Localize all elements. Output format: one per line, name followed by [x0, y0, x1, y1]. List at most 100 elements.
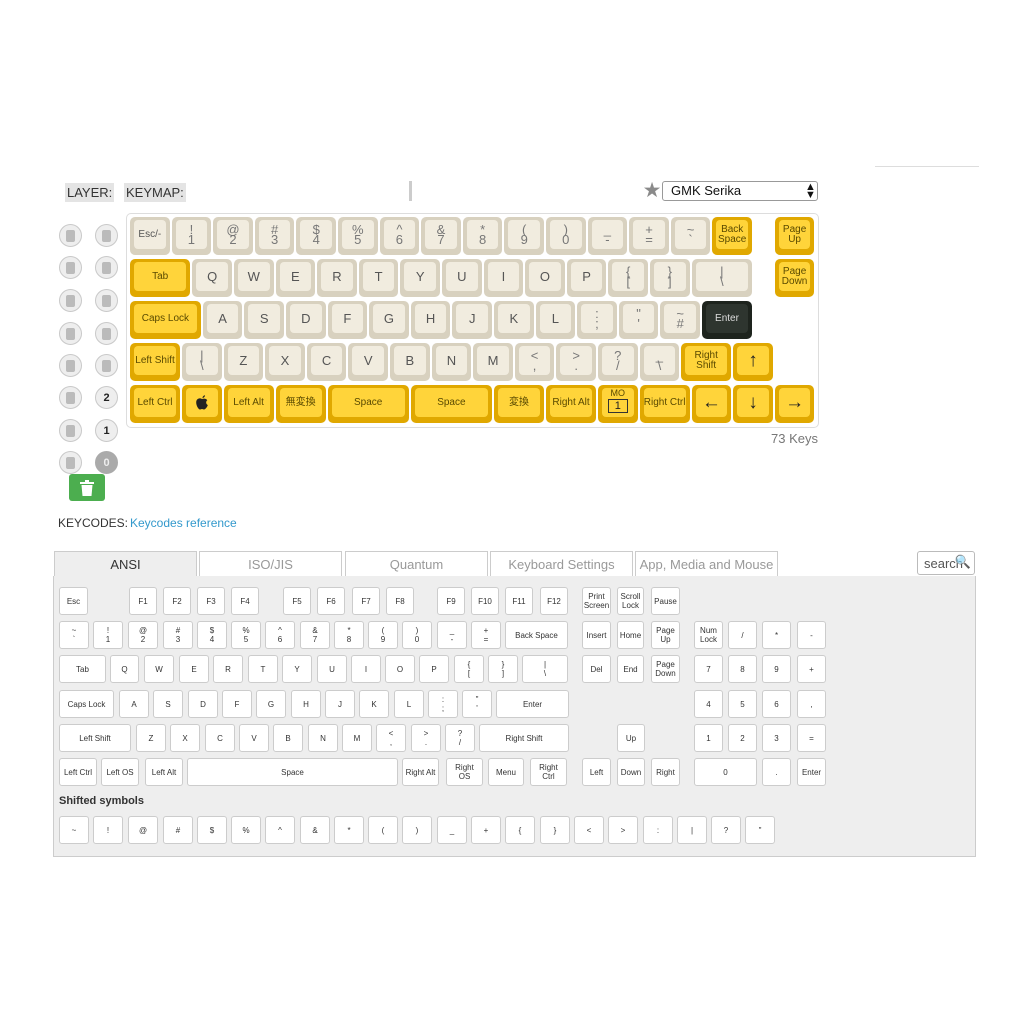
- key-right-shift[interactable]: Right Shift: [681, 343, 732, 381]
- key-slash[interactable]: ? /: [598, 343, 638, 381]
- key-space-right[interactable]: Space: [410, 385, 492, 423]
- keycode-right-ctrl[interactable]: Right Ctrl: [530, 758, 567, 786]
- keycode-e[interactable]: E: [179, 655, 209, 683]
- keycode-enter[interactable]: Enter: [797, 758, 826, 786]
- key-q[interactable]: Q: [192, 259, 232, 297]
- keycode-f9[interactable]: F9: [437, 587, 465, 615]
- key-left-ctrl[interactable]: Left Ctrl: [130, 385, 180, 423]
- keycode-y[interactable]: Y: [282, 655, 312, 683]
- key-right-arrow[interactable]: →: [774, 385, 815, 423]
- keycode-f3[interactable]: F3: [197, 587, 225, 615]
- key-lbracket[interactable]: {[: [608, 259, 648, 297]
- keycode-f1[interactable]: F1: [129, 587, 157, 615]
- tab-app-media-and-mouse[interactable]: App, Media and Mouse: [635, 551, 778, 576]
- keycode-q[interactable]: Q: [110, 655, 139, 683]
- keycode-b[interactable]: B: [273, 724, 303, 752]
- key-z[interactable]: Z: [223, 343, 264, 381]
- tab-keyboard-settings[interactable]: Keyboard Settings: [490, 551, 633, 576]
- layer-toggle-left-4[interactable]: [59, 322, 82, 345]
- shifted-keycode[interactable]: *: [334, 816, 364, 844]
- key-v[interactable]: V: [348, 343, 388, 381]
- keycode-9[interactable]: 9: [762, 655, 791, 683]
- keycode-down[interactable]: Down: [617, 758, 645, 786]
- keycode-del[interactable]: Del: [582, 655, 611, 683]
- key-b[interactable]: B: [390, 343, 430, 381]
- keycode-0[interactable]: ) 0: [402, 621, 432, 649]
- keycode-6[interactable]: ^ 6: [265, 621, 295, 649]
- keycode-j[interactable]: J: [325, 690, 355, 718]
- keycode-symbol[interactable]: .: [762, 758, 791, 786]
- layer-toggle-right-1[interactable]: [95, 224, 118, 247]
- shifted-keycode[interactable]: :: [643, 816, 673, 844]
- layer-toggle-left-5[interactable]: [59, 354, 82, 377]
- keycode-symbol[interactable]: -: [797, 621, 826, 649]
- key-ro[interactable]: _ \: [639, 343, 680, 381]
- keycode-left-alt[interactable]: Left Alt: [145, 758, 183, 786]
- shifted-keycode[interactable]: ": [745, 816, 775, 844]
- key-e[interactable]: E: [275, 259, 316, 297]
- keycode-back-space[interactable]: Back Space: [505, 621, 568, 649]
- keycode-9[interactable]: (9: [368, 621, 398, 649]
- keycode-left-ctrl[interactable]: Left Ctrl: [59, 758, 97, 786]
- keycode-f6[interactable]: F6: [317, 587, 345, 615]
- keycode-symbol[interactable]: {[: [454, 655, 484, 683]
- keycode-g[interactable]: G: [256, 690, 286, 718]
- keycode-d[interactable]: D: [188, 690, 218, 718]
- layer-toggle-right-4[interactable]: [95, 322, 118, 345]
- keycode-z[interactable]: Z: [136, 724, 166, 752]
- key-backspace[interactable]: Back Space: [712, 217, 752, 255]
- key-left-os[interactable]: [182, 385, 222, 423]
- shifted-keycode[interactable]: >: [608, 816, 638, 844]
- shifted-keycode[interactable]: (: [368, 816, 398, 844]
- key-henkan[interactable]: 変換: [494, 385, 544, 423]
- keycode-v[interactable]: V: [239, 724, 269, 752]
- keycode-f7[interactable]: F7: [352, 587, 380, 615]
- keycode-h[interactable]: H: [291, 690, 321, 718]
- keycode-left-os[interactable]: Left OS: [101, 758, 139, 786]
- layer-button-2[interactable]: 2: [95, 386, 118, 409]
- key-semicolon[interactable]: :;: [577, 301, 617, 339]
- key-down-arrow[interactable]: ↓: [733, 385, 773, 423]
- keycode-caps-lock[interactable]: Caps Lock: [59, 690, 114, 718]
- layer-toggle-left-2[interactable]: [59, 256, 82, 279]
- keycode-symbol[interactable]: }]: [488, 655, 518, 683]
- keycode-enter[interactable]: Enter: [496, 690, 569, 718]
- key-s[interactable]: S: [244, 301, 284, 339]
- key-m[interactable]: M: [473, 343, 513, 381]
- key-page-up[interactable]: Page Up: [774, 217, 815, 255]
- key-f[interactable]: F: [327, 301, 368, 339]
- shifted-keycode[interactable]: ?: [711, 816, 741, 844]
- key-right-ctrl[interactable]: Right Ctrl: [639, 385, 690, 423]
- keycode-x[interactable]: X: [170, 724, 200, 752]
- keycode-5[interactable]: % 5: [231, 621, 261, 649]
- key-l[interactable]: L: [535, 301, 576, 339]
- keycode-symbol[interactable]: /: [728, 621, 757, 649]
- key-mo1[interactable]: MO 1: [598, 385, 638, 423]
- keycode-1[interactable]: 1: [694, 724, 723, 752]
- keycode-scroll-lock[interactable]: Scroll Lock: [617, 587, 644, 615]
- shifted-keycode[interactable]: |: [677, 816, 707, 844]
- keycode-end[interactable]: End: [617, 655, 644, 683]
- key-comma[interactable]: <,: [514, 343, 555, 381]
- key-h[interactable]: H: [410, 301, 451, 339]
- shifted-keycode[interactable]: _: [437, 816, 467, 844]
- key-n[interactable]: N: [431, 343, 472, 381]
- keycode-right-shift[interactable]: Right Shift: [479, 724, 569, 752]
- keycode-8[interactable]: * 8: [334, 621, 364, 649]
- key-3[interactable]: #3: [254, 217, 295, 255]
- keycode-page-down[interactable]: Page Down: [651, 655, 680, 683]
- key-t[interactable]: T: [358, 259, 399, 297]
- key-i[interactable]: I: [483, 259, 524, 297]
- keycode-3[interactable]: 3: [762, 724, 791, 752]
- keycode-right-os[interactable]: Right OS: [446, 758, 483, 786]
- keycode-insert[interactable]: Insert: [582, 621, 611, 649]
- keycode-2[interactable]: 2: [728, 724, 757, 752]
- shifted-keycode[interactable]: ~: [59, 816, 89, 844]
- keycode-f[interactable]: F: [222, 690, 252, 718]
- key-x[interactable]: X: [265, 343, 305, 381]
- shifted-keycode[interactable]: $: [197, 816, 227, 844]
- shifted-keycode[interactable]: !: [93, 816, 123, 844]
- key-esc[interactable]: Esc/-: [130, 217, 170, 255]
- key-iso-backslash[interactable]: | \: [182, 343, 222, 381]
- keycode-u[interactable]: U: [317, 655, 347, 683]
